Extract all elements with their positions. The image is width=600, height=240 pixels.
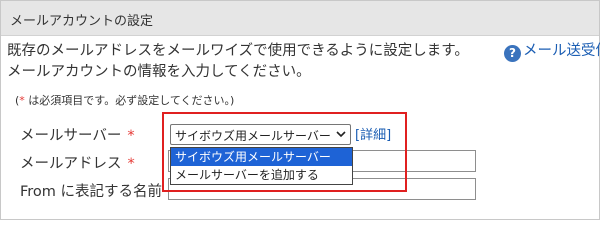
intro-line-2: メールアカウントの情報を入力してください。 (7, 64, 311, 80)
highlight-box (162, 112, 407, 192)
required-note: (* は必須項目です。必ず設定してください。) (15, 94, 235, 107)
required-mark: * (127, 128, 135, 144)
mail-address-label: メールアドレス * (20, 156, 135, 172)
required-note-text: は必須項目です。必ず設定してください。 (24, 94, 231, 107)
from-name-label: From に表記する名前 (20, 184, 163, 200)
question-circle-icon: ? (504, 45, 521, 62)
help-link-label: メール送受信 (523, 43, 600, 59)
panel-header: メールアカウントの設定 (1, 1, 599, 36)
panel-title: メールアカウントの設定 (10, 14, 154, 29)
help-link[interactable]: ?メール送受信 (504, 41, 600, 62)
intro-line-1: 既存のメールアドレスをメールワイズで使用できるように設定します。 (7, 43, 469, 59)
mail-server-label: メールサーバー * (20, 128, 135, 144)
required-mark: * (127, 156, 135, 172)
intro-text: 既存のメールアドレスをメールワイズで使用できるように設定します。 メールアカウン… (7, 41, 469, 83)
